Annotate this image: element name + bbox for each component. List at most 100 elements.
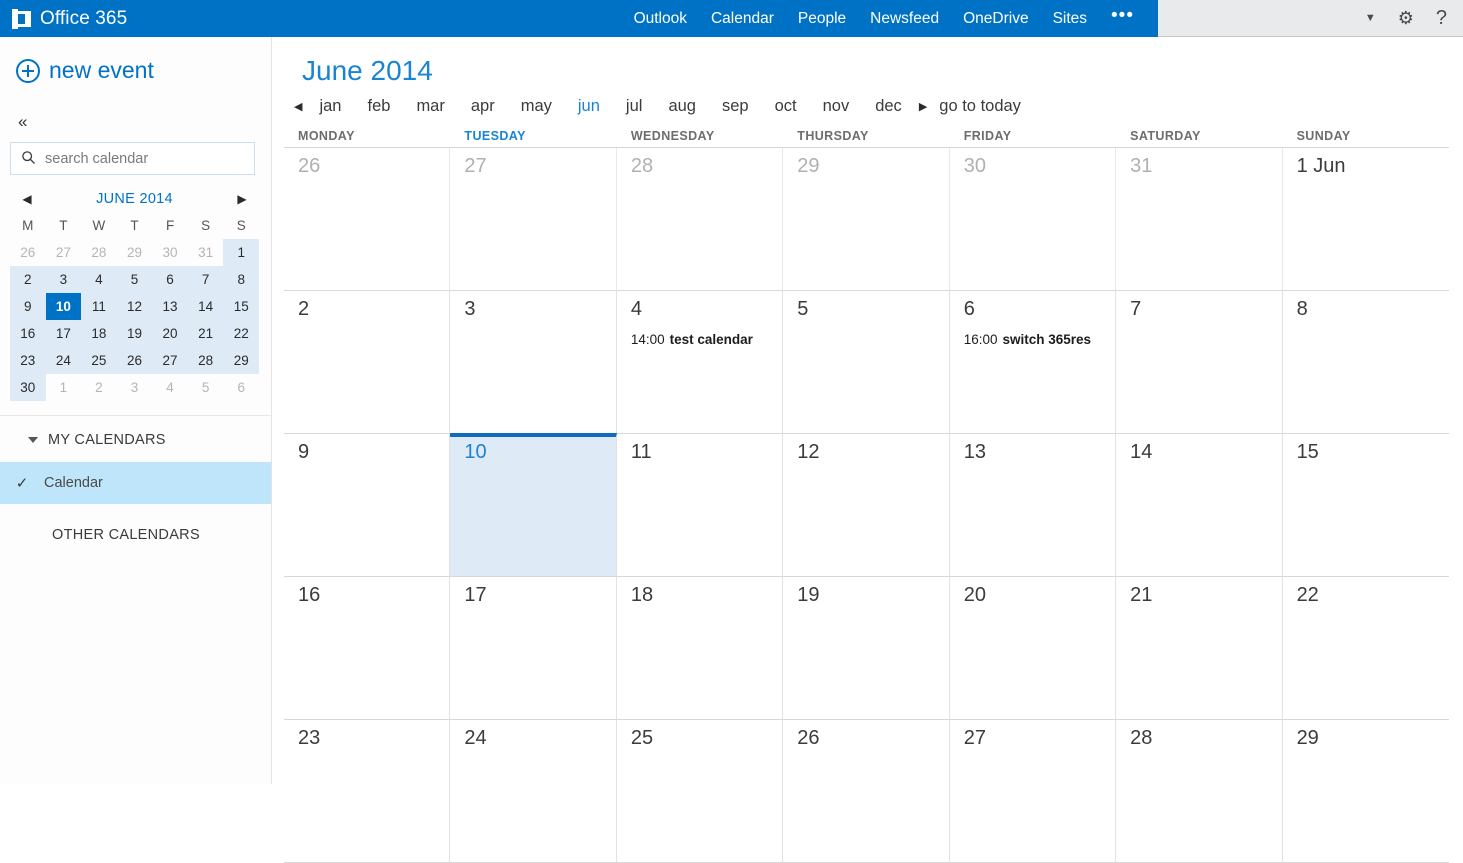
- day-cell[interactable]: 4 14:00 test calendar: [616, 291, 784, 434]
- month-strip-aug[interactable]: aug: [655, 97, 709, 116]
- mini-calendar-day[interactable]: 21: [187, 320, 224, 347]
- month-strip-jan[interactable]: jan: [306, 97, 354, 116]
- mini-calendar-day[interactable]: 4: [152, 374, 188, 401]
- mini-calendar-day[interactable]: 26: [10, 239, 46, 266]
- mini-calendar-day[interactable]: 12: [116, 293, 153, 320]
- search-box[interactable]: [10, 142, 255, 175]
- mini-calendar-day[interactable]: 2: [10, 266, 46, 293]
- mini-calendar-prev-icon[interactable]: ◀: [20, 192, 34, 206]
- day-cell[interactable]: 27: [450, 148, 617, 291]
- day-cell[interactable]: 16: [284, 577, 451, 720]
- month-strip-nov[interactable]: nov: [810, 97, 863, 116]
- day-cell[interactable]: 17: [450, 577, 617, 720]
- day-cell[interactable]: 12: [783, 434, 950, 577]
- day-cell[interactable]: 13: [949, 434, 1117, 577]
- chevron-down-icon[interactable]: ▼: [1365, 12, 1376, 24]
- calendar-event[interactable]: 14:00 test calendar: [617, 322, 782, 347]
- day-cell[interactable]: 23: [284, 720, 451, 863]
- month-strip-oct[interactable]: oct: [762, 97, 810, 116]
- day-cell[interactable]: 1 Jun: [1282, 148, 1449, 291]
- month-strip-dec[interactable]: dec: [862, 97, 915, 116]
- new-event-button[interactable]: new event: [0, 37, 271, 84]
- mini-calendar-day[interactable]: 25: [81, 347, 117, 374]
- mini-calendar-day[interactable]: 15: [223, 293, 259, 320]
- nav-link-onedrive[interactable]: OneDrive: [951, 0, 1040, 37]
- month-strip-prev-icon[interactable]: ◀: [290, 100, 306, 113]
- mini-calendar-day[interactable]: 22: [223, 320, 259, 347]
- mini-calendar-day[interactable]: 7: [187, 266, 224, 293]
- day-cell[interactable]: 21: [1116, 577, 1283, 720]
- day-cell[interactable]: 29: [1282, 720, 1449, 863]
- day-cell[interactable]: 29: [783, 148, 950, 291]
- mini-calendar-next-icon[interactable]: ▶: [235, 192, 249, 206]
- other-calendars-header[interactable]: OTHER CALENDARS: [0, 504, 271, 544]
- mini-calendar-day[interactable]: 3: [117, 374, 153, 401]
- nav-link-outlook[interactable]: Outlook: [622, 0, 699, 37]
- day-cell[interactable]: 8: [1282, 291, 1449, 434]
- chevron-double-left-icon[interactable]: «: [18, 112, 28, 131]
- mini-calendar-day[interactable]: 14: [187, 293, 224, 320]
- nav-link-sites[interactable]: Sites: [1041, 0, 1099, 37]
- mini-calendar-day[interactable]: 5: [188, 374, 224, 401]
- day-cell[interactable]: 9: [284, 434, 451, 577]
- mini-calendar-day[interactable]: 29: [117, 239, 153, 266]
- day-cell[interactable]: 30: [949, 148, 1117, 291]
- day-cell[interactable]: 28: [616, 148, 784, 291]
- mini-calendar-day[interactable]: 2: [81, 374, 117, 401]
- mini-calendar-day[interactable]: 16: [10, 320, 46, 347]
- mini-calendar-day[interactable]: 10: [45, 293, 82, 320]
- mini-calendar-day[interactable]: 30: [152, 239, 188, 266]
- day-cell[interactable]: 20: [949, 577, 1117, 720]
- day-cell[interactable]: 28: [1116, 720, 1283, 863]
- mini-calendar-day[interactable]: 3: [45, 266, 82, 293]
- my-calendars-header[interactable]: MY CALENDARS: [0, 416, 271, 462]
- mini-calendar-day[interactable]: 29: [223, 347, 259, 374]
- sidebar-item-calendar[interactable]: ✓ Calendar: [0, 462, 271, 504]
- day-cell[interactable]: 19: [783, 577, 950, 720]
- day-cell[interactable]: 5: [783, 291, 950, 434]
- day-cell[interactable]: 27: [949, 720, 1117, 863]
- mini-calendar-day[interactable]: 5: [116, 266, 153, 293]
- day-cell[interactable]: 7: [1116, 291, 1283, 434]
- mini-calendar-day[interactable]: 18: [81, 320, 117, 347]
- mini-calendar-day[interactable]: 19: [116, 320, 153, 347]
- gear-icon[interactable]: ⚙: [1398, 8, 1414, 29]
- mini-calendar-day[interactable]: 1: [46, 374, 82, 401]
- month-strip-mar[interactable]: mar: [403, 97, 457, 116]
- mini-calendar-day[interactable]: 23: [10, 347, 46, 374]
- day-cell[interactable]: 26: [783, 720, 950, 863]
- mini-calendar-day[interactable]: 1: [223, 239, 259, 266]
- mini-calendar-day[interactable]: 28: [81, 239, 117, 266]
- day-cell[interactable]: 31: [1116, 148, 1283, 291]
- day-cell[interactable]: 6 16:00 switch 365res: [949, 291, 1117, 434]
- go-to-today-button[interactable]: go to today: [931, 97, 1021, 116]
- search-input[interactable]: [45, 150, 254, 167]
- nav-overflow-icon[interactable]: •••: [1099, 0, 1144, 40]
- calendar-event[interactable]: 16:00 switch 365res: [950, 322, 1115, 347]
- mini-calendar-day[interactable]: 20: [152, 320, 188, 347]
- mini-calendar-day[interactable]: 27: [152, 347, 188, 374]
- day-cell[interactable]: 22: [1282, 577, 1449, 720]
- day-cell[interactable]: 10: [450, 433, 617, 577]
- day-cell[interactable]: 15: [1282, 434, 1449, 577]
- mini-calendar-day[interactable]: 6: [223, 374, 259, 401]
- day-cell[interactable]: 24: [450, 720, 617, 863]
- mini-calendar-day[interactable]: 26: [116, 347, 153, 374]
- mini-calendar-day[interactable]: 28: [187, 347, 224, 374]
- nav-link-calendar[interactable]: Calendar: [699, 0, 786, 45]
- month-strip-jun[interactable]: jun: [565, 97, 613, 116]
- nav-link-people[interactable]: People: [786, 0, 858, 37]
- mini-calendar-day[interactable]: 4: [81, 266, 117, 293]
- day-cell[interactable]: 11: [616, 434, 784, 577]
- mini-calendar-day[interactable]: 30: [10, 374, 46, 401]
- month-strip-may[interactable]: may: [508, 97, 565, 116]
- day-cell[interactable]: 14: [1116, 434, 1283, 577]
- day-cell[interactable]: 3: [450, 291, 617, 434]
- mini-calendar-day[interactable]: 13: [152, 293, 188, 320]
- mini-calendar-day[interactable]: 9: [10, 293, 46, 320]
- month-strip-apr[interactable]: apr: [458, 97, 508, 116]
- mini-calendar-day[interactable]: 17: [45, 320, 82, 347]
- day-cell[interactable]: 26: [284, 148, 451, 291]
- mini-calendar-day[interactable]: 27: [46, 239, 82, 266]
- day-cell[interactable]: 18: [616, 577, 784, 720]
